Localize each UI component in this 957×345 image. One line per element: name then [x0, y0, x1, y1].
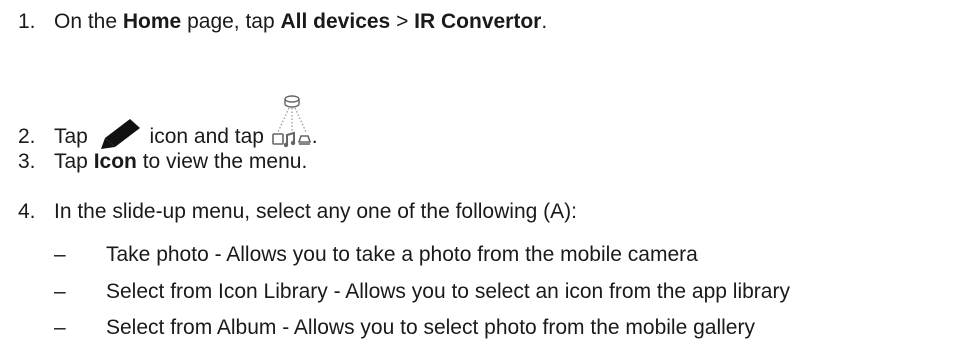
- text-fragment: On the: [54, 10, 123, 33]
- list-item: – Take photo - Allows you to take a phot…: [54, 242, 698, 268]
- home-label: Home: [122, 10, 182, 33]
- step-number: 3.: [18, 150, 36, 173]
- list-item: – Select from Album - Allows you to sele…: [54, 315, 755, 341]
- step-number: 2.: [18, 125, 36, 148]
- dash-bullet: –: [54, 280, 66, 303]
- list-item-text: Select from Icon Library - Allows you to…: [106, 280, 790, 303]
- text-fragment: page, tap: [181, 10, 281, 33]
- text-fragment: .: [541, 10, 548, 33]
- step-1: 1. On the Home page, tap All devices > I…: [18, 9, 547, 35]
- dash-bullet: –: [54, 243, 66, 266]
- step-text: Tap Icon to view the menu.: [54, 149, 307, 175]
- step-4: 4. In the slide-up menu, select any one …: [18, 199, 577, 225]
- step-text: In the slide-up menu, select any one of …: [54, 200, 577, 223]
- text-fragment: Tap: [54, 150, 94, 173]
- step-text: Tap icon and tap .: [54, 94, 318, 150]
- text-fragment: Tap: [54, 125, 94, 148]
- step-3: 3. Tap Icon to view the menu.: [18, 149, 307, 175]
- step-2: 2. Tap icon and tap .: [18, 94, 318, 150]
- all-devices-label: All devices: [280, 10, 391, 33]
- text-fragment: icon and tap: [143, 125, 270, 148]
- step-text: On the Home page, tap All devices > IR C…: [54, 9, 547, 35]
- list-item-text: Select from Album - Allows you to select…: [106, 316, 755, 339]
- text-fragment: to view the menu.: [136, 150, 308, 173]
- pencil-icon: [98, 118, 142, 150]
- ir-converter-device-icon: [271, 94, 312, 150]
- list-item: – Select from Icon Library - Allows you …: [54, 279, 790, 305]
- list-item-text: Take photo - Allows you to take a photo …: [106, 243, 698, 266]
- step-number: 1.: [18, 10, 36, 33]
- icon-label: Icon: [93, 150, 137, 173]
- dash-bullet: –: [54, 316, 66, 339]
- text-fragment: >: [390, 10, 415, 33]
- text-fragment: .: [311, 125, 318, 148]
- step-number: 4.: [18, 200, 36, 223]
- ir-convertor-label: IR Convertor: [414, 10, 542, 33]
